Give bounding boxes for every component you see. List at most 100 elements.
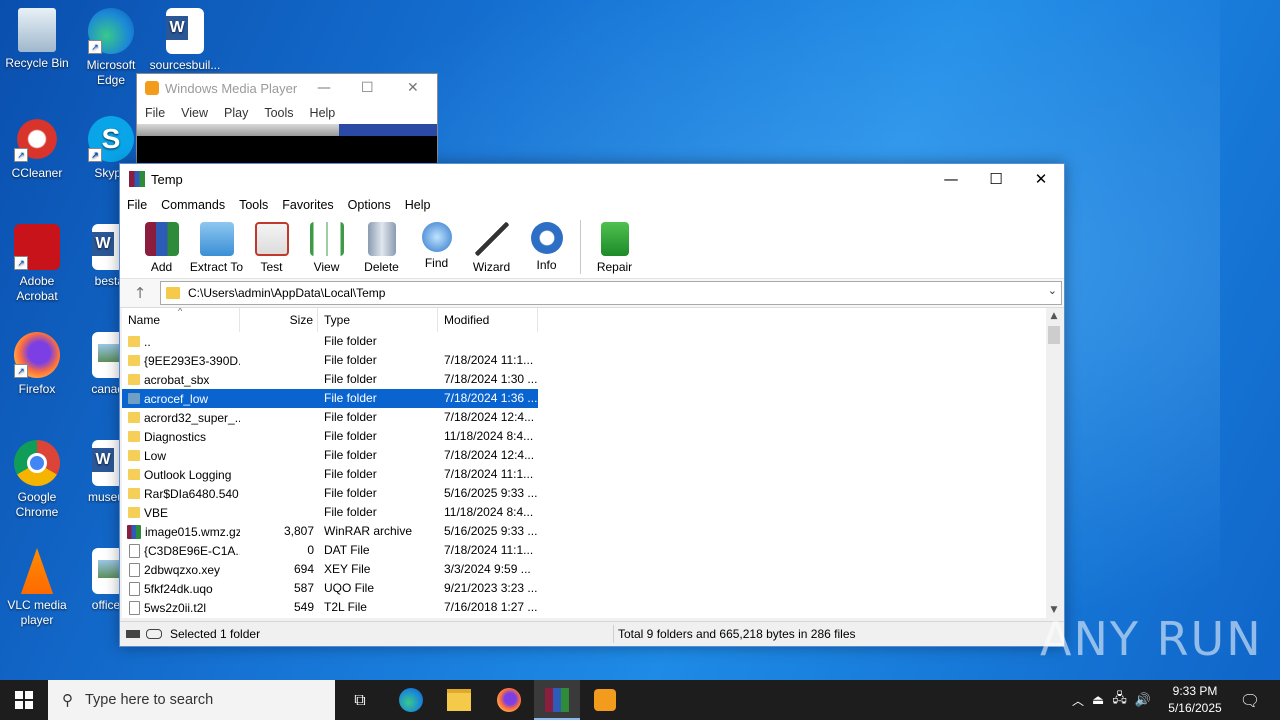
key-icon[interactable] <box>146 629 162 639</box>
wmp-menu-play[interactable]: Play <box>224 106 248 120</box>
find-label: Find <box>424 256 449 270</box>
column-header-type[interactable]: Type <box>318 308 438 332</box>
taskbar-firefox[interactable] <box>486 680 532 720</box>
taskbar-media-player[interactable] <box>582 680 628 720</box>
table-row[interactable]: Outlook Logging File folder 7/18/2024 11:1… <box>122 465 1052 484</box>
table-row[interactable]: 5ws2z0ii.t2l 549 T2L File 7/16/2018 1:27 ..… <box>122 598 1052 617</box>
menu-options[interactable]: Options <box>341 198 398 212</box>
wmp-menu-help[interactable]: Help <box>310 106 336 120</box>
wmp-view-buttons[interactable] <box>339 124 437 136</box>
maximize-icon[interactable]: ☐ <box>361 80 374 96</box>
close-button[interactable]: ✕ <box>1018 164 1064 194</box>
winrar-window[interactable]: Temp — ☐ ✕ File Commands Tools Favorites… <box>119 163 1065 647</box>
taskbar-file-explorer[interactable] <box>436 680 482 720</box>
delete-button[interactable]: Delete <box>354 218 409 274</box>
desktop-icon-label: VLC media player <box>7 598 67 627</box>
cell-name: 5fkf24dk.uqo <box>122 579 240 598</box>
toolbar: Add Extract To Test View Delete Find Wiz… <box>120 216 1064 279</box>
file-list[interactable]: Name ^ Size Type Modified .. File folder {9… <box>122 308 1052 618</box>
wmp-seek-strip[interactable] <box>137 124 437 136</box>
add-button[interactable]: Add <box>134 218 189 274</box>
table-row[interactable]: VBE File folder 11/18/2024 8:4... <box>122 503 1052 522</box>
cell-type: File folder <box>324 334 377 348</box>
chrome-icon <box>14 440 60 486</box>
find-button[interactable]: Find <box>409 218 464 270</box>
menu-file[interactable]: File <box>120 198 154 212</box>
usb-device-icon[interactable]: ⏏ <box>1092 693 1104 708</box>
taskbar: ⚲ Type here to search ⧉ ︿ ⏏ 🖧 🔊 9:33 PM … <box>0 680 1280 720</box>
drive-icon[interactable] <box>126 630 140 638</box>
menu-commands[interactable]: Commands <box>154 198 232 212</box>
cell-name: acrord32_super_... <box>122 408 240 427</box>
cell-modified: 7/16/2018 1:27 ... <box>444 600 538 614</box>
table-row[interactable]: image015.wmz.gz 3,807 WinRAR archive 5/16/2… <box>122 522 1052 541</box>
minimize-button[interactable]: — <box>928 164 974 194</box>
desktop-icon-label: CCleaner <box>11 166 63 180</box>
minimize-icon[interactable]: — <box>317 80 331 96</box>
up-arrow-icon[interactable]: ↑ <box>120 284 160 302</box>
taskbar-clock[interactable]: 9:33 PM 5/16/2025 <box>1158 683 1232 717</box>
test-button[interactable]: Test <box>244 218 299 274</box>
wmp-window[interactable]: Windows Media Player — ☐ ✕ File View Pla… <box>136 73 438 167</box>
task-view-button[interactable]: ⧉ <box>338 680 382 720</box>
table-row[interactable]: 5fkf24dk.uqo 587 UQO File 9/21/2023 3:23 ..… <box>122 579 1052 598</box>
desktop-icon-chrome[interactable]: Google Chrome <box>0 440 74 520</box>
desktop-icon-firefox[interactable]: ↗ Firefox <box>0 332 74 397</box>
path-combobox[interactable]: C:\Users\admin\AppData\Local\Temp ⌄ <box>160 281 1062 305</box>
menu-help[interactable]: Help <box>398 198 438 212</box>
file-icon <box>129 600 140 615</box>
scroll-up-icon[interactable]: ▲ <box>1046 308 1062 324</box>
wmp-title: Windows Media Player <box>165 80 298 96</box>
cell-name: acrobat_sbx <box>122 370 240 389</box>
table-row[interactable]: {9EE293E3-390D... File folder 7/18/2024 11… <box>122 351 1052 370</box>
winrar-titlebar[interactable]: Temp — ☐ ✕ <box>120 164 1064 194</box>
close-icon[interactable]: ✕ <box>407 80 419 96</box>
table-row[interactable]: acrord32_super_... File folder 7/18/2024 1… <box>122 408 1052 427</box>
chevron-up-icon[interactable]: ︿ <box>1072 692 1084 709</box>
taskbar-winrar[interactable] <box>534 680 580 720</box>
network-icon[interactable]: 🖧 <box>1112 689 1127 711</box>
table-row[interactable]: {C3D8E96E-C1A... 0 DAT File 7/18/2024 11:1.… <box>122 541 1052 560</box>
edge-icon: ↗ <box>88 8 134 54</box>
cell-size <box>240 446 318 465</box>
cell-size <box>240 370 318 389</box>
taskbar-search[interactable]: ⚲ Type here to search <box>48 680 335 720</box>
table-row[interactable]: 2dbwqzxo.xey 694 XEY File 3/3/2024 9:59 ... <box>122 560 1052 579</box>
wmp-menu-view[interactable]: View <box>181 106 208 120</box>
menu-tools[interactable]: Tools <box>232 198 275 212</box>
repair-button[interactable]: Repair <box>587 218 642 274</box>
wmp-menu-tools[interactable]: Tools <box>264 106 293 120</box>
desktop-icon-ccleaner[interactable]: ↗ CCleaner <box>0 116 74 181</box>
cell-modified: 3/3/2024 9:59 ... <box>444 562 531 576</box>
table-row[interactable]: Low File folder 7/18/2024 12:4... <box>122 446 1052 465</box>
scrollbar-thumb[interactable] <box>1048 326 1060 344</box>
wizard-button[interactable]: Wizard <box>464 218 519 274</box>
wmp-titlebar[interactable]: Windows Media Player <box>137 74 437 102</box>
chevron-down-icon[interactable]: ⌄ <box>1048 284 1057 297</box>
desktop-icon-acrobat[interactable]: ↗ Adobe Acrobat <box>0 224 74 304</box>
desktop-icon-sourcesbuil[interactable]: W sourcesbuil... <box>148 8 222 73</box>
column-header-name[interactable]: Name ^ <box>122 308 240 332</box>
edge-icon <box>399 688 423 712</box>
column-header-size[interactable]: Size <box>240 308 318 332</box>
menu-favorites[interactable]: Favorites <box>275 198 340 212</box>
extract-to-button[interactable]: Extract To <box>189 218 244 274</box>
view-label: View <box>313 260 340 274</box>
vertical-scrollbar[interactable]: ▲ ▼ <box>1046 308 1062 618</box>
desktop-icon-recycle-bin[interactable]: Recycle Bin <box>0 8 74 71</box>
view-button[interactable]: View <box>299 218 354 274</box>
info-button[interactable]: Info <box>519 218 574 272</box>
desktop-icon-vlc[interactable]: VLC media player <box>0 548 74 628</box>
notification-button[interactable]: 🗨 <box>1232 680 1268 720</box>
wmp-menu-file[interactable]: File <box>145 106 165 120</box>
taskbar-edge[interactable] <box>388 680 434 720</box>
table-row[interactable]: acrocef_low File folder 7/18/2024 1:36 ... <box>122 389 1052 408</box>
start-button[interactable] <box>0 680 48 720</box>
table-row[interactable]: acrobat_sbx File folder 7/18/2024 1:30 ... <box>122 370 1052 389</box>
table-row[interactable]: .. File folder <box>122 332 1052 351</box>
table-row[interactable]: Diagnostics File folder 11/18/2024 8:4... <box>122 427 1052 446</box>
maximize-button[interactable]: ☐ <box>973 164 1019 194</box>
column-header-modified[interactable]: Modified <box>438 308 538 332</box>
table-row[interactable]: Rar$DIa6480.540 File folder 5/16/2025 9:33… <box>122 484 1052 503</box>
volume-icon[interactable]: 🔊 <box>1135 693 1151 708</box>
